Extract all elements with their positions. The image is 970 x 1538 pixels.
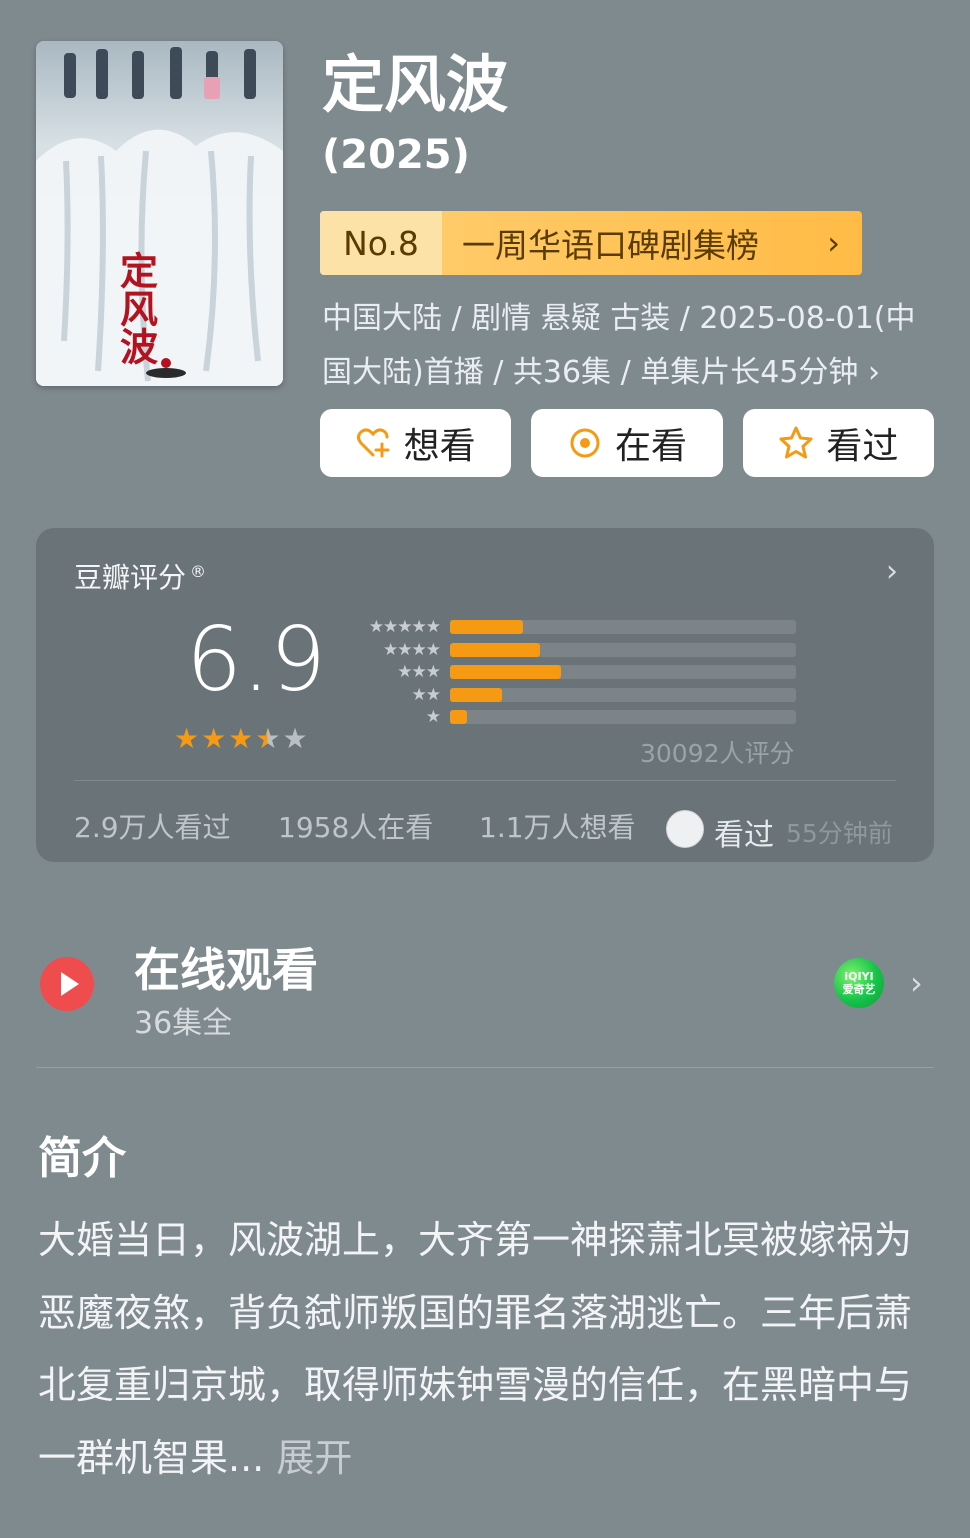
star-outline-icon	[779, 426, 813, 459]
show-year: (2025)	[322, 132, 470, 178]
watched-count: 2.9万人看过	[74, 811, 231, 844]
distribution-row: ★	[336, 706, 796, 729]
rating-score: 6.9	[186, 608, 326, 711]
distribution-bar-track	[450, 665, 796, 680]
star-icon: ★	[228, 722, 254, 755]
distribution-stars: ★★	[411, 684, 441, 705]
distribution-stars: ★★★	[397, 662, 441, 683]
watching-label: 在看	[614, 426, 687, 467]
star-icon: ★	[174, 722, 200, 755]
want-to-watch-label: 想看	[403, 426, 476, 467]
want-to-watch-button[interactable]: 想看	[320, 409, 512, 477]
star-icon: ★	[282, 722, 308, 755]
star-icon: ★	[201, 722, 227, 755]
rating-stars: ★ ★ ★ ★ ★	[174, 722, 308, 755]
distribution-stars: ★★★★★	[368, 617, 441, 638]
platform-logo-top: iQIYI	[844, 970, 874, 983]
friend-time: 55分钟前	[786, 819, 893, 848]
poster-title-calligraphy: 定风波	[114, 251, 159, 365]
rating-source-text: 豆瓣评分	[74, 561, 187, 594]
synopsis-text: 大婚当日，风波湖上，大齐第一神探萧北冥被嫁祸为恶魔夜煞，背负弑师叛国的罪名落湖逃…	[38, 1204, 918, 1494]
platform-logo-bottom: 爱奇艺	[842, 983, 876, 996]
distribution-row: ★★★★★	[336, 616, 796, 639]
distribution-row: ★★★★	[336, 639, 796, 662]
action-buttons: 想看 在看 看过	[320, 409, 934, 477]
wish-count: 1.1万人想看	[479, 811, 636, 844]
iqiyi-logo-icon[interactable]: iQIYI 爱奇艺	[834, 958, 884, 1008]
divider	[74, 780, 896, 781]
episode-status: 36集全	[134, 1006, 233, 1041]
chevron-right-icon: ›	[827, 224, 840, 262]
friend-avatar[interactable]	[666, 810, 704, 848]
synopsis-body: 大婚当日，风波湖上，大齐第一神探萧北冥被嫁祸为恶魔夜煞，背负弑师叛国的罪名落湖逃…	[38, 1218, 913, 1480]
friend-action: 看过	[714, 818, 774, 853]
distribution-bar	[450, 710, 468, 725]
watched-button[interactable]: 看过	[742, 409, 934, 477]
distribution-bar	[450, 665, 561, 680]
rank-list-name: 一周华语口碑剧集榜	[462, 226, 759, 265]
poster-image[interactable]: 定风波	[36, 41, 283, 386]
distribution-bar-track	[450, 642, 796, 657]
chevron-right-icon[interactable]: ›	[886, 554, 898, 589]
poster-artwork: 定风波	[36, 41, 283, 386]
play-icon[interactable]	[40, 957, 94, 1011]
distribution-row: ★★★	[336, 661, 796, 684]
ranking-banner[interactable]: No.8 一周华语口碑剧集榜 ›	[320, 211, 862, 275]
rating-distribution: ★★★★★ ★★★★ ★★★ ★★ ★	[336, 616, 796, 729]
watched-label: 看过	[826, 426, 899, 467]
registered-mark: ®	[190, 561, 207, 581]
distribution-bar-track	[450, 620, 796, 635]
chevron-right-icon[interactable]: ›	[910, 964, 923, 1002]
expand-link[interactable]: 展开	[264, 1436, 352, 1480]
rating-votes: 30092人评分	[640, 739, 795, 768]
show-info[interactable]: 中国大陆 / 剧情 悬疑 古装 / 2025-08-01(中国大陆)首播 / 共…	[322, 292, 942, 400]
heart-plus-icon	[356, 428, 390, 458]
watch-online-title[interactable]: 在线观看	[134, 934, 318, 1000]
watching-button[interactable]: 在看	[531, 409, 723, 477]
show-title: 定风波	[322, 48, 509, 121]
divider	[36, 1067, 934, 1068]
distribution-bar	[450, 620, 523, 635]
target-icon	[570, 428, 600, 458]
rating-source-label: 豆瓣评分 ®	[74, 556, 206, 596]
distribution-row: ★★	[336, 684, 796, 707]
watching-count: 1958人在看	[278, 811, 434, 844]
rank-number: No.8	[320, 211, 442, 275]
distribution-bar-track	[450, 687, 796, 702]
distribution-stars: ★★★★	[383, 639, 441, 660]
distribution-bar	[450, 642, 540, 657]
distribution-bar	[450, 687, 502, 702]
distribution-stars: ★	[425, 707, 441, 728]
rating-card[interactable]: 豆瓣评分 ® › 6.9 ★ ★ ★ ★ ★ ★★★★★ ★★★★ ★★★ ★★ ★ 30092人…	[36, 528, 934, 862]
distribution-bar-track	[450, 710, 796, 725]
star-icon: ★	[255, 722, 281, 755]
synopsis-title: 简介	[38, 1133, 126, 1184]
